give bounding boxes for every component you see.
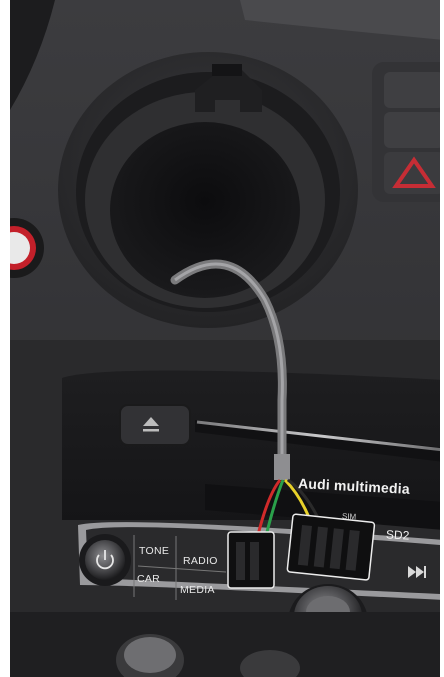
dashboard-illustration xyxy=(0,0,444,677)
power-volume-knob[interactable] xyxy=(79,534,131,586)
sim-slot-label: SIM xyxy=(341,511,357,522)
air-vent xyxy=(58,52,358,328)
wire-connector-right xyxy=(286,513,376,581)
media-button[interactable]: MEDIA xyxy=(180,584,215,596)
car-button[interactable]: CAR xyxy=(137,573,160,585)
switch-upper[interactable] xyxy=(384,72,444,108)
vent-opening xyxy=(110,122,300,298)
sd2-slot-label: SD2 xyxy=(385,527,410,543)
tone-button[interactable]: TONE xyxy=(139,545,169,557)
cable-sleeve xyxy=(274,454,290,480)
radio-button[interactable]: RADIO xyxy=(183,555,218,567)
switch-panel xyxy=(372,62,444,202)
eject-button[interactable] xyxy=(119,404,191,446)
photo-scene: Audi multimedia SIM SD2 TONE RADIO CAR M… xyxy=(0,0,444,677)
wire-connector-left xyxy=(227,531,275,589)
switch-middle[interactable] xyxy=(384,112,444,148)
